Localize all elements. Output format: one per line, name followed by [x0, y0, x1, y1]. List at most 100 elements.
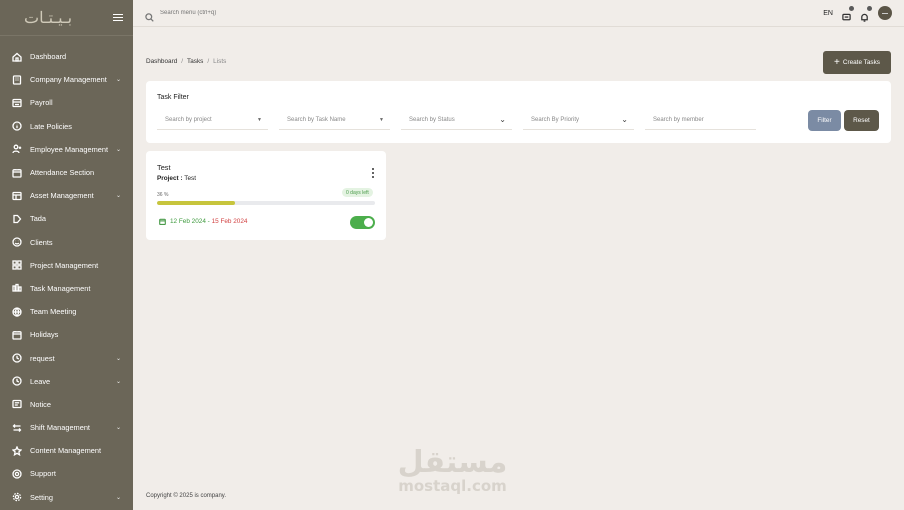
progress-fill	[157, 201, 236, 205]
filter-title: Task Filter	[157, 94, 189, 101]
sidebar-item-attendance-section[interactable]: Attendance Section	[0, 161, 133, 184]
sidebar-item-label: Shift Management	[30, 423, 90, 433]
sidebar-item-label: Holidays	[30, 330, 59, 340]
task-project: Project : Test	[157, 175, 196, 182]
progress-bar	[157, 201, 375, 205]
sidebar-item-shift-management[interactable]: Shift Management ⌄	[0, 416, 133, 439]
smile-icon	[12, 237, 22, 247]
member-search-value: Search by member	[653, 116, 704, 123]
sidebar-item-label: Support	[30, 469, 56, 479]
sidebar-item-employee-management[interactable]: Employee Management ⌄	[0, 138, 133, 161]
sidebar-item-clients[interactable]: Clients	[0, 231, 133, 254]
sidebar-item-label: Team Meeting	[30, 307, 77, 317]
sidebar-item-label: Tada	[30, 214, 47, 224]
task-name-select-value: Search by Task Name	[287, 116, 346, 123]
chevron-down-icon: ⌄	[115, 378, 121, 385]
chevron-down-icon: ⌄	[115, 77, 121, 84]
days-left-badge: 0 days left	[342, 188, 373, 197]
notification-badge	[867, 5, 872, 11]
chevron-down-icon: ⌄	[115, 425, 121, 432]
caret-down-icon: ▼	[379, 116, 384, 123]
chevron-down-icon: ⌄	[115, 193, 121, 200]
sidebar-item-label: Late Policies	[30, 121, 72, 131]
sidebar-item-label: Asset Management	[30, 191, 94, 201]
progress-percent: 36 %	[157, 192, 169, 198]
home-icon	[12, 52, 22, 62]
watermark-latin: mostaql.com	[398, 477, 507, 495]
sidebar-item-company-management[interactable]: Company Management ⌄	[0, 68, 133, 91]
more-options-icon[interactable]	[370, 168, 376, 178]
search-icon	[145, 9, 154, 22]
create-tasks-button[interactable]: + Create Tasks	[823, 51, 891, 74]
sidebar-item-holidays[interactable]: Holidays	[0, 323, 133, 346]
end-date: 15 Feb 2024	[211, 218, 248, 225]
plus-icon: +	[833, 56, 840, 68]
sidebar-item-dashboard[interactable]: Dashboard	[0, 45, 133, 68]
building-icon	[12, 75, 22, 85]
calendar-icon	[12, 330, 22, 340]
sidebar-item-payroll[interactable]: Payroll	[0, 91, 133, 114]
calendar-icon	[159, 218, 166, 225]
breadcrumb: Dashboard / Tasks / Lists	[146, 58, 227, 65]
support-icon	[12, 469, 22, 479]
sidebar-item-task-management[interactable]: Task Management	[0, 277, 133, 300]
date-range-text: 12 Feb 2024 - 15 Feb 2024	[170, 218, 247, 225]
sidebar-item-label: Leave	[30, 376, 51, 386]
sidebar-item-project-management[interactable]: Project Management	[0, 254, 133, 277]
sidebar-item-label: Setting	[30, 492, 54, 502]
sidebar-item-team-meeting[interactable]: Team Meeting	[0, 300, 133, 323]
payroll-icon	[12, 98, 22, 108]
project-label: Project :	[157, 175, 183, 182]
task-card[interactable]: Test Project : Test 36 % 0 days left 12 …	[146, 151, 386, 240]
sidebar-item-asset-management[interactable]: Asset Management ⌄	[0, 184, 133, 207]
chat-icon[interactable]	[842, 5, 854, 20]
user-plus-icon	[12, 144, 22, 154]
priority-select[interactable]: Search By Priority ⌄	[523, 110, 634, 130]
sidebar-item-request[interactable]: request ⌄	[0, 346, 133, 369]
avatar[interactable]	[878, 6, 892, 20]
info-icon	[12, 121, 22, 131]
menu-toggle-icon[interactable]	[113, 13, 123, 22]
table-icon	[12, 191, 22, 201]
filter-button[interactable]: Filter	[808, 110, 841, 131]
sidebar-item-label: Company Management	[30, 75, 107, 85]
breadcrumb-current: Lists	[213, 58, 227, 65]
sidebar-item-label: Task Management	[30, 283, 91, 293]
task-status-toggle[interactable]	[350, 216, 375, 229]
sidebar-item-leave[interactable]: Leave ⌄	[0, 370, 133, 393]
bell-icon[interactable]	[860, 5, 872, 22]
menu-search-input[interactable]	[160, 10, 320, 16]
reset-button[interactable]: Reset	[844, 110, 879, 131]
clock-icon	[12, 376, 22, 386]
sidebar-item-label: Clients	[30, 237, 53, 247]
member-search-input[interactable]: Search by member	[645, 110, 756, 130]
sidebar-item-notice[interactable]: Notice	[0, 393, 133, 416]
create-tasks-label: Create Tasks	[842, 59, 881, 66]
sidebar-item-label: Notice	[30, 399, 51, 409]
sidebar-item-support[interactable]: Support	[0, 462, 133, 485]
clock-icon	[12, 353, 22, 363]
breadcrumb-tasks[interactable]: Tasks	[187, 58, 203, 65]
sidebar-nav: Dashboard Company Management ⌄ Payroll Late …	[0, 36, 133, 509]
sidebar-item-late-policies[interactable]: Late Policies	[0, 115, 133, 138]
sidebar-item-content-management[interactable]: Content Management	[0, 439, 133, 462]
project-name: Test	[184, 175, 196, 182]
breadcrumb-dashboard[interactable]: Dashboard	[146, 58, 177, 65]
topbar: EN	[133, 0, 904, 27]
sidebar-item-setting[interactable]: Setting ⌄	[0, 486, 133, 509]
task-title[interactable]: Test	[157, 163, 171, 172]
caret-down-icon: ▼	[257, 116, 262, 123]
chat-badge	[849, 5, 854, 11]
task-name-select[interactable]: Search by Task Name ▼	[279, 110, 390, 130]
sidebar-item-label: Project Management	[30, 260, 99, 270]
star-icon	[12, 445, 22, 456]
mostaql-watermark: مستقل mostaql.com	[395, 448, 510, 495]
footer-copyright: Copyright © 2025 is company.	[146, 493, 227, 499]
status-select[interactable]: Search by Status ⌄	[401, 110, 512, 130]
task-filter-panel: Task Filter Search by project ▼ Search by…	[146, 81, 891, 143]
chevron-down-icon: ⌄	[115, 146, 121, 153]
project-select[interactable]: Search by project ▼	[157, 110, 268, 130]
language-switch[interactable]: EN	[823, 10, 833, 17]
sidebar-item-tada[interactable]: Tada	[0, 207, 133, 230]
sidebar-item-label: Attendance Section	[30, 168, 95, 178]
